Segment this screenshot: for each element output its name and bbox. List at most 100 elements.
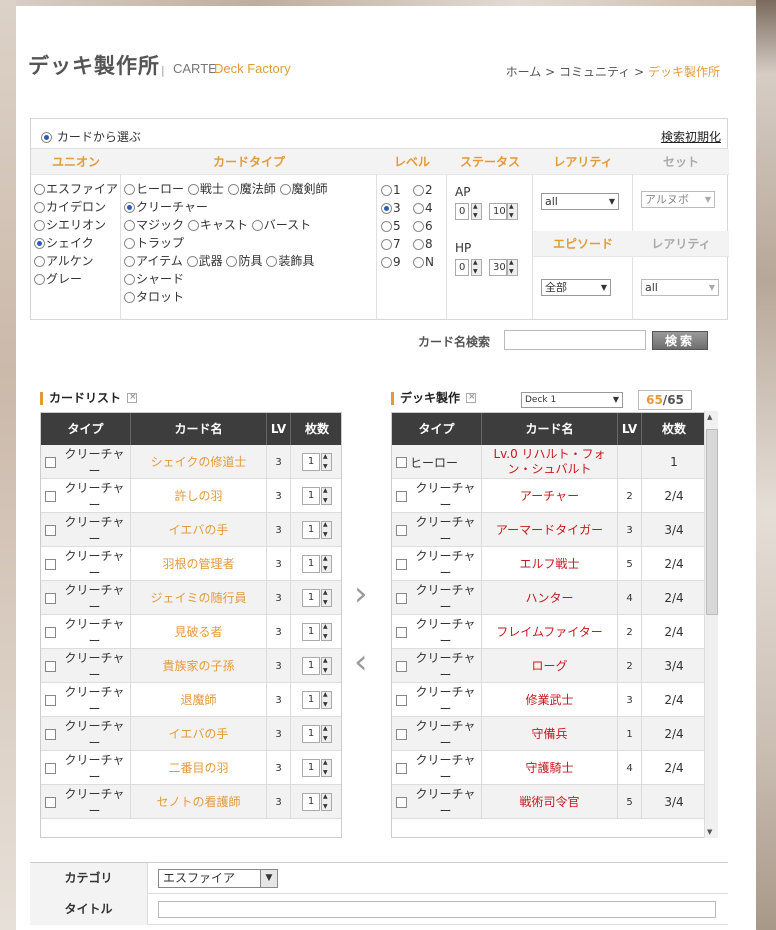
card-name[interactable]: エルフ戦士 (482, 547, 618, 581)
qty-cell[interactable]: 1 (291, 513, 341, 547)
qty-cell[interactable]: 1 (291, 683, 341, 717)
row-checkbox[interactable] (45, 694, 56, 706)
hp-max-field[interactable]: 30 (489, 259, 507, 276)
card-type-radio[interactable] (279, 184, 291, 195)
card-type-radio[interactable] (124, 238, 135, 249)
table-row[interactable]: クリーチャー イエバの手 3 1 (41, 717, 341, 751)
card-name[interactable]: ジェイミの随行員 (131, 581, 267, 615)
qty-stepper[interactable]: 1 (302, 589, 320, 607)
row-checkbox[interactable] (396, 524, 407, 536)
qty-cell[interactable]: 1 (291, 615, 341, 649)
scroll-thumb[interactable] (706, 429, 718, 615)
card-name[interactable]: イエバの手 (131, 513, 267, 547)
level-radio[interactable] (413, 203, 424, 214)
card-type-radio[interactable] (187, 184, 199, 195)
level-radio[interactable] (413, 257, 424, 268)
rarity-select[interactable]: all (541, 193, 619, 210)
table-row[interactable]: クリーチャー ハンター 4 2/4 (392, 581, 704, 615)
card-name[interactable]: セノトの看護師 (131, 785, 267, 819)
union-option-sierion[interactable]: シエリオン (34, 216, 106, 233)
deck-close-icon[interactable] (466, 391, 477, 404)
union-option-esfire[interactable]: エスファイア (34, 180, 118, 197)
row-checkbox[interactable] (396, 762, 407, 774)
set-select[interactable]: アルヌボ (641, 191, 715, 208)
row-checkbox[interactable] (396, 592, 407, 604)
hp-max-stepper[interactable] (507, 259, 518, 276)
level-option-7[interactable]: 7 (381, 237, 401, 251)
remove-from-deck-arrow-icon[interactable]: ‹ (354, 642, 368, 682)
row-checkbox[interactable] (396, 456, 407, 468)
row-checkbox[interactable] (396, 660, 407, 672)
level-option-8[interactable]: 8 (413, 237, 433, 251)
ap-min-field[interactable]: 0 (455, 203, 469, 220)
ap-min-stepper[interactable] (471, 203, 482, 220)
table-row[interactable]: クリーチャー 許しの羽 3 1 (41, 479, 341, 513)
row-checkbox[interactable] (45, 490, 56, 502)
level-option-3[interactable]: 3 (381, 201, 401, 215)
card-name[interactable]: 守備兵 (482, 717, 618, 751)
card-type-radio[interactable] (124, 220, 135, 231)
card-name[interactable]: ハンター (482, 581, 618, 615)
level-option-4[interactable]: 4 (413, 201, 433, 215)
episode-select[interactable]: 全部 (541, 279, 611, 296)
table-row[interactable]: クリーチャー 修業武士 3 2/4 (392, 683, 704, 717)
qty-stepper-arrows-icon[interactable] (321, 691, 332, 709)
qty-cell[interactable]: 1 (291, 649, 341, 683)
row-checkbox[interactable] (45, 796, 56, 808)
hp-min-stepper[interactable] (471, 259, 482, 276)
union-radio[interactable] (34, 274, 45, 285)
select-from-cards-radio[interactable] (41, 132, 52, 143)
card-type-radio[interactable] (227, 184, 239, 195)
card-name[interactable]: 修業武士 (482, 683, 618, 717)
level-radio[interactable] (381, 239, 392, 250)
qty-cell[interactable]: 1 (291, 547, 341, 581)
card-name[interactable]: Lv.0 リハルト・フォン・シュバルト (482, 445, 618, 479)
union-option-arken[interactable]: アルケン (34, 252, 94, 269)
card-type-radio[interactable] (251, 220, 263, 231)
qty-stepper[interactable]: 1 (302, 657, 320, 675)
qty-stepper[interactable]: 1 (302, 521, 320, 539)
qty-stepper[interactable]: 1 (302, 555, 320, 573)
level-radio[interactable] (381, 257, 392, 268)
row-checkbox[interactable] (396, 558, 407, 570)
qty-stepper-arrows-icon[interactable] (321, 453, 332, 471)
ap-max-field[interactable]: 10 (489, 203, 507, 220)
row-checkbox[interactable] (45, 626, 56, 638)
level-option-5[interactable]: 5 (381, 219, 401, 233)
card-name[interactable]: 許しの羽 (131, 479, 267, 513)
table-row[interactable]: ヒーロー Lv.0 リハルト・フォン・シュバルト 1 (392, 445, 704, 479)
breadcrumb-community[interactable]: コミュニティ (559, 65, 630, 79)
qty-cell[interactable]: 1 (291, 717, 341, 751)
card-name[interactable]: 守護騎士 (482, 751, 618, 785)
card-type-radio[interactable] (226, 256, 238, 267)
union-radio[interactable] (34, 256, 45, 267)
level-radio[interactable] (413, 239, 424, 250)
table-row[interactable]: クリーチャー エルフ戦士 5 2/4 (392, 547, 704, 581)
table-row[interactable]: クリーチャー アーチャー 2 2/4 (392, 479, 704, 513)
row-checkbox[interactable] (45, 456, 56, 468)
card-list-close-icon[interactable] (127, 391, 138, 404)
row-checkbox[interactable] (45, 728, 56, 740)
add-to-deck-arrow-icon[interactable]: › (354, 574, 368, 614)
row-checkbox[interactable] (396, 694, 407, 706)
level-radio[interactable] (413, 221, 424, 232)
qty-cell[interactable]: 1 (291, 751, 341, 785)
card-type-radio[interactable] (124, 184, 135, 195)
table-row[interactable]: クリーチャー 二番目の羽 3 1 (41, 751, 341, 785)
card-name[interactable]: ローグ (482, 649, 618, 683)
breadcrumb-home[interactable]: ホーム (506, 65, 542, 79)
qty-stepper-arrows-icon[interactable] (321, 793, 332, 811)
level-radio[interactable] (413, 185, 424, 196)
row-checkbox[interactable] (396, 490, 407, 502)
title-input[interactable] (158, 901, 716, 918)
qty-stepper-arrows-icon[interactable] (321, 555, 332, 573)
card-name[interactable]: 見破る者 (131, 615, 267, 649)
union-radio[interactable] (34, 220, 45, 231)
level-option-9[interactable]: 9 (381, 255, 401, 269)
row-checkbox[interactable] (45, 660, 56, 672)
level-radio[interactable] (381, 221, 392, 232)
card-type-radio[interactable] (266, 256, 278, 267)
row-checkbox[interactable] (45, 592, 56, 604)
union-radio[interactable] (34, 238, 45, 249)
reset-search-link[interactable]: 検索初期化 (661, 128, 721, 145)
